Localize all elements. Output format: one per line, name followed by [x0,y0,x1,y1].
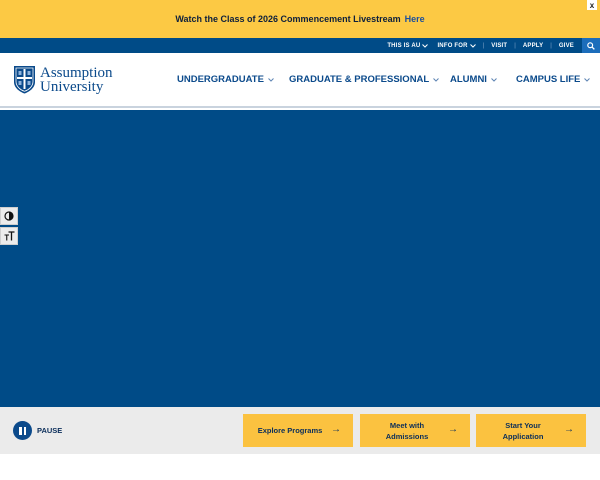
alert-message: Watch the Class of 2026 Commencement Liv… [175,14,401,24]
logo-line-2: University [40,78,104,95]
chevron-down-icon [469,43,476,48]
logo-line-1: Assumption [40,64,113,81]
cta-label-line-2: Admissions [385,431,429,441]
search-button[interactable] [582,38,600,53]
nav-item-graduate-professional[interactable]: GRADUATE & PROFESSIONAL [289,53,440,106]
cta-label: Start Your Application [503,420,544,442]
utility-info-for-label: INFO FOR [437,42,468,49]
cta-label-line-2: Application [502,431,544,441]
start-application-button[interactable]: Start Your Application → [476,414,586,447]
nav-label: UNDERGRADUATE [177,74,264,85]
divider: | [550,42,552,49]
nav-label: ALUMNI [450,74,487,85]
arrow-right-icon: → [564,424,574,435]
cta-label-line-1: Meet with [389,420,425,430]
arrow-right-icon: → [448,424,458,435]
shield-logo-icon [14,66,35,94]
alert-banner: Watch the Class of 2026 Commencement Liv… [0,0,600,38]
nav-item-campus-life[interactable]: CAMPUS LIFE [516,53,591,106]
meet-with-admissions-button[interactable]: Meet with Admissions → [360,414,470,447]
utility-bar: THIS IS AU INFO FOR | VISIT | APPLY | GI… [0,38,600,53]
hero-controls-bar: PAUSE Explore Programs → Meet with Admis… [0,407,600,454]
chevron-down-icon [491,77,497,82]
utility-apply[interactable]: APPLY [523,43,543,49]
nav-label: CAMPUS LIFE [516,74,581,85]
divider: | [482,42,485,49]
nav-label: GRADUATE & PROFESSIONAL [289,74,430,85]
cta-label: Explore Programs [257,426,323,435]
page: Watch the Class of 2026 Commencement Liv… [0,0,600,480]
contrast-toggle[interactable] [0,207,18,225]
utility-info-for[interactable]: INFO FOR [437,42,476,49]
pause-label: PAUSE [37,426,63,435]
logo[interactable]: Assumption University [13,65,113,94]
chevron-down-icon [268,77,274,82]
chevron-down-icon [422,43,429,48]
arrow-right-icon: → [331,424,341,435]
contrast-icon [4,211,14,221]
hero-video [0,110,600,407]
nav-item-undergraduate[interactable]: UNDERGRADUATE [177,53,274,106]
page-content-area [0,454,600,480]
cta-label: Meet with Admissions [386,420,429,442]
pause-icon [13,421,32,440]
explore-programs-button[interactable]: Explore Programs → [243,414,353,447]
utility-give[interactable]: GIVE [559,43,574,49]
logo-text: Assumption University [40,64,113,95]
text-size-icon [4,231,14,241]
close-icon[interactable]: x [587,0,597,10]
cta-label-line-1: Start Your [505,420,541,430]
search-icon [587,41,595,50]
text-size-toggle[interactable] [0,227,18,245]
utility-this-is-au[interactable]: THIS IS AU [387,42,429,49]
utility-visit[interactable]: VISIT [491,43,507,49]
chevron-down-icon [433,77,440,82]
utility-this-is-au-label: THIS IS AU [387,42,421,49]
nav-item-alumni[interactable]: ALUMNI [450,53,497,106]
divider: | [514,42,516,49]
pause-button[interactable]: PAUSE [13,421,62,440]
alert-link[interactable]: Here [405,14,425,24]
site-header: Assumption University UNDERGRADUATE GRAD… [0,53,600,108]
chevron-down-icon [584,77,591,82]
